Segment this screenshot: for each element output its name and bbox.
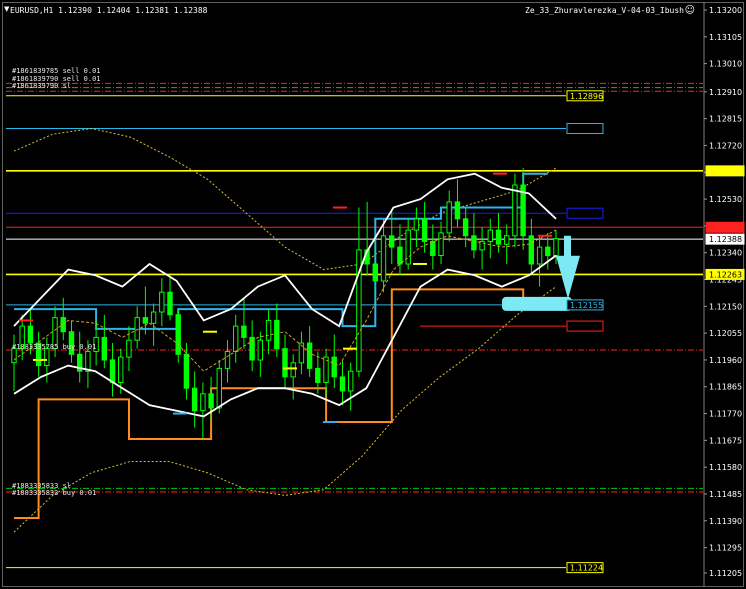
candle-body xyxy=(389,235,395,248)
candle-body xyxy=(430,240,436,256)
sell-order-label: #1861839785 sell 0.01 xyxy=(12,67,101,75)
candle-body xyxy=(528,235,534,265)
y-tick-label: 1.12150 xyxy=(709,302,742,311)
candle-body xyxy=(257,339,264,361)
candle-body xyxy=(150,311,157,324)
candle-body xyxy=(315,367,321,383)
candle-body xyxy=(44,348,50,367)
candle-body xyxy=(126,339,132,358)
candle-body xyxy=(504,235,510,245)
candle-body xyxy=(134,317,140,341)
price-label-box xyxy=(705,221,745,233)
candle-body xyxy=(413,218,420,231)
down-arrow-shaft xyxy=(564,235,571,258)
candle-body xyxy=(462,218,469,237)
target-zone-box xyxy=(502,296,572,311)
price-chart[interactable]: 1.13200 1.13105 1.13010 1.12910 1.12815 1.127… xyxy=(0,0,746,589)
smiley-icon[interactable]: ☺ xyxy=(685,5,695,16)
price-label-text: 1.12896 xyxy=(570,92,603,101)
candle-body xyxy=(397,246,403,265)
price-label-text: 1.11224 xyxy=(570,564,603,573)
y-tick-label: 1.11580 xyxy=(709,463,742,472)
y-tick-label: 1.12720 xyxy=(709,141,742,150)
candle-body xyxy=(167,291,173,316)
y-tick-label: 1.12815 xyxy=(709,115,742,124)
candle-body xyxy=(339,376,346,392)
price-label-text: 1.12155 xyxy=(570,301,603,310)
dropdown-triangle-icon[interactable]: ▼ xyxy=(4,5,9,13)
price-label-box xyxy=(566,207,604,219)
candle-body xyxy=(421,218,428,242)
symbol-ohlc-label: EURUSD,H1 1.12390 1.12404 1.12381 1.1238… xyxy=(10,6,208,15)
buy-order-label: #1883335785 buy 0.01 xyxy=(12,343,97,351)
candle-body xyxy=(553,238,559,257)
y-tick-label: 1.11675 xyxy=(709,436,742,445)
candle-body xyxy=(109,359,116,383)
y-tick-label: 1.12910 xyxy=(709,88,742,97)
candle-body xyxy=(331,356,337,378)
candle-body xyxy=(487,229,494,242)
candle-body xyxy=(290,362,296,378)
candle-body xyxy=(200,393,206,412)
y-tick-label: 1.11960 xyxy=(709,356,742,365)
y-tick-label: 1.11485 xyxy=(709,490,742,499)
candle-body xyxy=(380,235,387,282)
price-label-text: 1.12263 xyxy=(709,270,742,279)
y-tick-label: 1.12340 xyxy=(709,249,742,258)
candle-body xyxy=(27,325,34,344)
y-tick-label: 1.13010 xyxy=(709,60,742,69)
price-label-box xyxy=(566,123,604,135)
candle-body xyxy=(191,387,198,412)
candle-body xyxy=(208,393,214,409)
y-tick-label: 1.12055 xyxy=(709,329,742,338)
candle-body xyxy=(118,356,124,384)
candle-body xyxy=(274,319,280,350)
y-tick-label: 1.13105 xyxy=(709,33,742,42)
candle-body xyxy=(233,325,239,353)
blue-stop-line xyxy=(14,172,548,330)
candle-body xyxy=(142,317,149,324)
candle-body xyxy=(471,235,477,251)
expert-advisor-label[interactable]: Ze_33_Zhuravlerezka_V-04-03_Ibush xyxy=(525,6,684,15)
buy-order-label: #1883335833 buy 0.01 xyxy=(12,489,97,497)
candle-body xyxy=(446,201,452,234)
candle-body xyxy=(348,370,354,392)
y-tick-label: 1.12530 xyxy=(709,195,742,204)
candle-body xyxy=(512,184,518,237)
candle-body xyxy=(183,353,190,389)
candle-body xyxy=(545,246,551,257)
candle-body xyxy=(175,314,181,355)
candle-body xyxy=(101,336,107,361)
y-tick-label: 1.13200 xyxy=(709,6,742,15)
candle-body xyxy=(454,201,461,220)
candle-body xyxy=(265,319,272,341)
candle-body xyxy=(224,351,231,369)
candle-body xyxy=(372,263,379,282)
down-arrow-icon xyxy=(556,255,580,299)
candle-body xyxy=(536,246,543,265)
price-label-box xyxy=(566,320,604,332)
candle-body xyxy=(216,367,223,409)
candle-body xyxy=(306,342,313,369)
y-tick-label: 1.11295 xyxy=(709,544,742,553)
y-tick-label: 1.11865 xyxy=(709,383,742,392)
y-tick-label: 1.11770 xyxy=(709,410,742,419)
price-label-text: 1.12388 xyxy=(709,235,742,244)
y-tick-label: 1.11205 xyxy=(709,569,742,578)
candle-body xyxy=(159,291,165,313)
candle-body xyxy=(85,351,91,372)
candle-body xyxy=(282,348,288,378)
chart-window: 1.13200 1.13105 1.13010 1.12910 1.12815 1.127… xyxy=(0,0,746,589)
candle-body xyxy=(241,325,247,338)
y-tick-label: 1.11390 xyxy=(709,517,742,526)
price-label-box xyxy=(705,165,745,177)
candle-body xyxy=(438,232,444,256)
candle-body xyxy=(495,229,502,245)
sell-order-label: #1861839790 sl xyxy=(12,82,72,90)
